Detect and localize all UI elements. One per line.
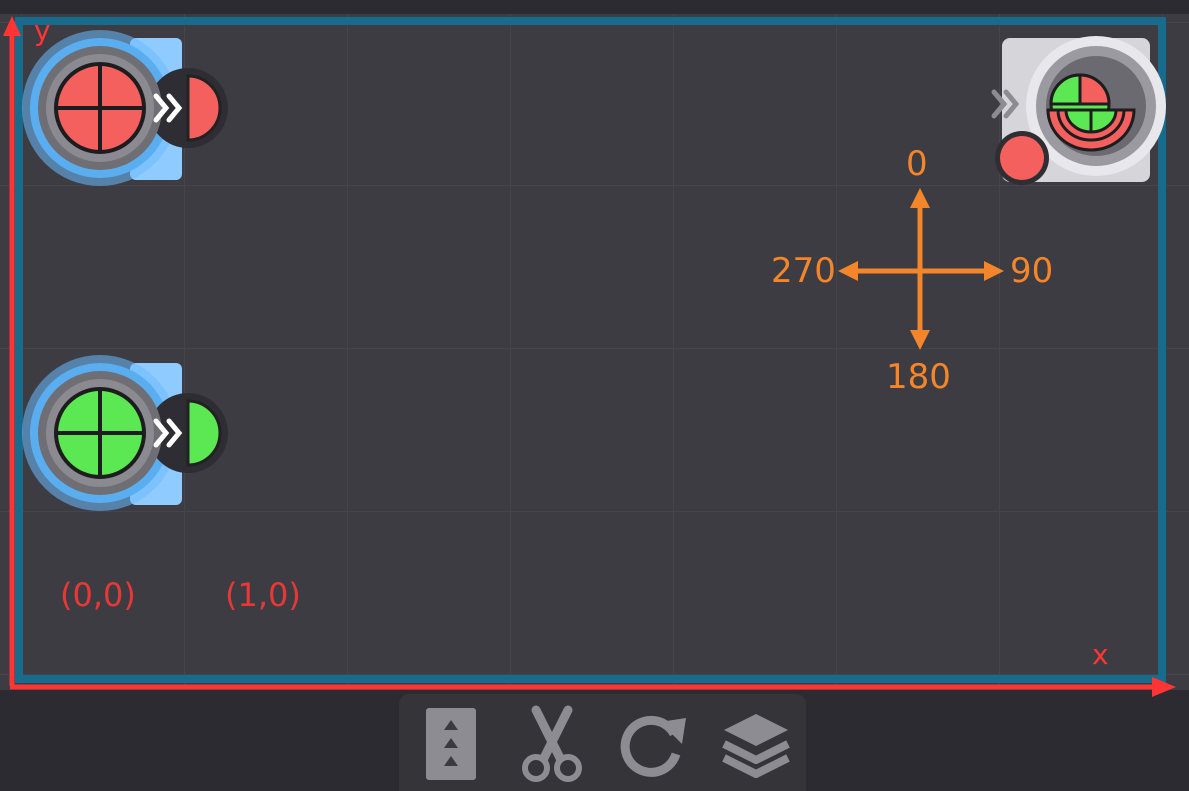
red-emitter-piece[interactable] [18, 26, 238, 191]
coordinate-label-1-0: (1,0) [225, 576, 301, 614]
coordinate-label-origin: (0,0) [60, 576, 136, 614]
status-light [1000, 136, 1044, 180]
direction-label-down: 180 [886, 357, 951, 397]
target-receiver-piece[interactable] [988, 30, 1170, 190]
direction-compass [838, 188, 1004, 350]
layers-icon[interactable] [718, 704, 794, 784]
x-axis-label: x [1092, 638, 1109, 671]
rotate-icon[interactable] [614, 704, 690, 784]
scissors-icon[interactable] [516, 704, 588, 784]
direction-label-up: 0 [906, 144, 928, 184]
green-emitter-piece[interactable] [18, 351, 238, 516]
direction-label-right: 90 [1010, 251, 1054, 291]
direction-label-left: 270 [771, 251, 836, 291]
layer-order-icon[interactable] [420, 704, 482, 784]
